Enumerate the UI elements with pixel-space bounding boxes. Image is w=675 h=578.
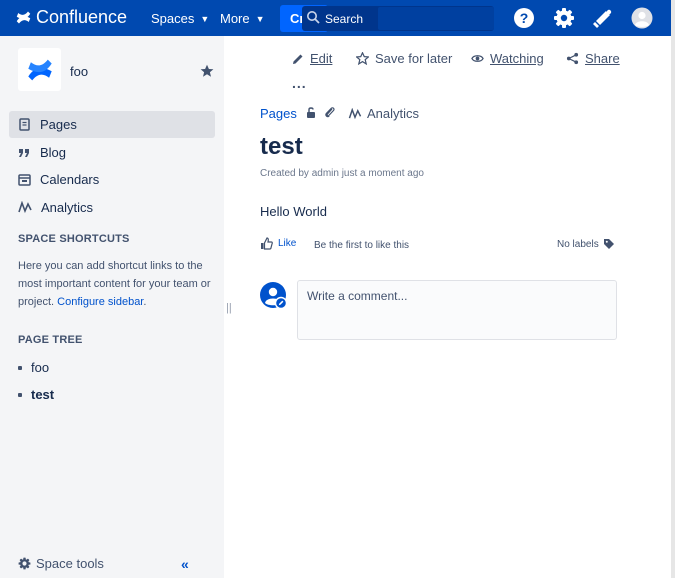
page-tree-item-label: test [31,387,55,402]
collapse-sidebar-button[interactable]: « [181,556,189,572]
sidebar-item-label: Analytics [41,200,94,215]
gear-icon [18,557,31,570]
space-sidebar: foo Pages Blog Calendars Analytics SPACE… [0,36,224,578]
watching-button[interactable]: Watching [471,51,544,66]
share-icon [566,52,579,65]
star-outline-icon [356,52,369,65]
calendar-icon [18,174,31,186]
like-hint-text: Be the first to like this [314,240,410,251]
space-tools-button[interactable]: Space tools [18,556,104,571]
help-icon[interactable]: ? [513,7,535,29]
window-scrollbar[interactable] [671,0,675,578]
breadcrumb-pages[interactable]: Pages [260,106,297,121]
sidebar-item-label: Calendars [40,172,100,187]
page-tree-heading: PAGE TREE [18,334,83,346]
space-shortcuts-text: Here you can add shortcut links to the m… [18,260,211,308]
space-logo[interactable] [18,48,61,91]
commenter-avatar-icon [260,282,288,310]
search-box[interactable]: Search [302,6,494,31]
like-label: Like [278,238,297,249]
notifications-megaphone-icon[interactable] [592,7,614,29]
share-label: Share [585,51,620,66]
analytics-icon [18,201,32,214]
star-icon[interactable] [200,64,214,78]
space-shortcuts-heading: SPACE SHORTCUTS [18,233,130,245]
save-for-later-label: Save for later [375,51,453,66]
page-byline: Created by admin just a moment ago [260,168,424,179]
more-menu[interactable]: More ▼ [220,11,265,26]
search-input[interactable] [378,7,494,30]
page-analytics-link[interactable]: Analytics [348,106,419,121]
labels-text: No labels [557,238,599,250]
sidebar-item-label: Blog [40,145,67,160]
save-for-later-button[interactable]: Save for later [356,51,452,66]
edit-button[interactable]: Edit [292,51,332,66]
comment-placeholder: Write a comment... [307,289,408,303]
sidebar-item-label: Pages [40,117,77,132]
tag-icon [603,239,614,249]
app-name: Confluence [36,7,128,27]
space-name[interactable]: foo [70,64,88,79]
eye-icon [471,55,484,62]
thumbs-up-icon [261,237,273,250]
chevron-down-icon: ▼ [200,13,210,24]
edit-label: Edit [310,51,333,66]
attachment-paperclip-icon[interactable] [324,106,336,119]
page-title: test [260,133,303,160]
watching-label: Watching [490,51,544,66]
spaces-menu[interactable]: Spaces ▼ [151,11,209,26]
search-label: Search [325,12,364,26]
page-body-text: Hello World [260,204,327,219]
analytics-label: Analytics [367,106,420,121]
space-tools-label: Space tools [36,556,104,571]
sidebar-item-pages[interactable]: Pages [9,111,215,138]
unlock-icon[interactable] [305,106,317,119]
quote-icon [19,149,29,157]
pages-icon [19,118,30,131]
sidebar-item-calendars[interactable]: Calendars [9,166,215,193]
share-button[interactable]: Share [566,51,620,66]
page-tree-item-label: foo [31,360,50,375]
spaces-menu-label: Spaces [151,11,195,26]
analytics-icon [348,107,362,119]
confluence-space-icon [27,59,52,80]
search-icon [307,11,320,24]
bullet-icon [18,392,22,397]
top-navigation-bar: Confluence Spaces ▼ More ▼ Create Search… [0,0,671,36]
sidebar-resize-handle[interactable]: || [226,302,232,314]
confluence-icon [16,11,31,24]
pencil-icon [293,54,303,64]
page-tree-item-test[interactable]: test [18,387,54,402]
chevron-down-icon: ▼ [255,13,265,24]
more-menu-label: More [220,11,250,26]
user-avatar-icon[interactable] [631,7,653,29]
page-labels[interactable]: No labels [557,238,615,250]
sidebar-item-analytics[interactable]: Analytics [9,194,215,221]
settings-gear-icon[interactable] [553,7,575,29]
confluence-logo[interactable]: Confluence [16,7,127,28]
comment-input[interactable]: Write a comment... [297,280,617,340]
configure-sidebar-link[interactable]: Configure sidebar [57,296,143,308]
like-button[interactable]: Like [260,237,296,250]
sidebar-item-blog[interactable]: Blog [9,139,215,166]
svg-text:?: ? [520,10,529,26]
page-tree-item-foo[interactable]: foo [18,360,49,375]
bullet-icon [18,365,22,370]
more-actions-button[interactable]: ... [292,75,307,91]
